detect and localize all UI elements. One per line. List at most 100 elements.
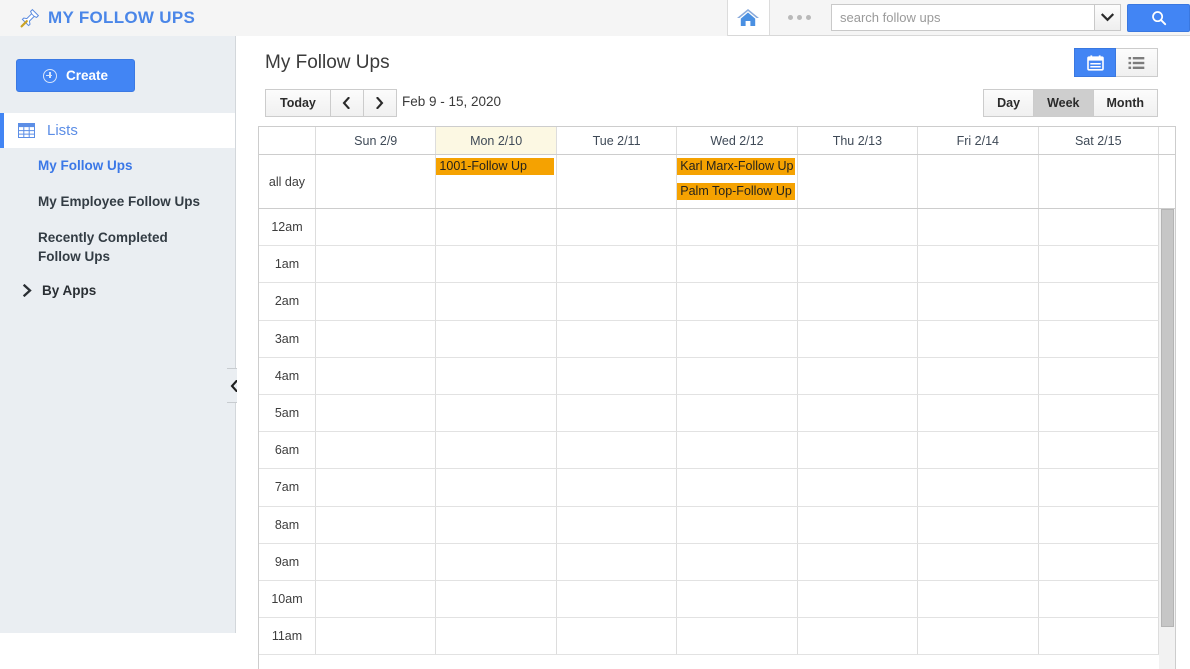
time-slot-cell-thu[interactable] [798, 246, 918, 283]
time-slot-cell-tue[interactable] [557, 209, 677, 246]
time-slot-cell-sun[interactable] [316, 507, 436, 544]
time-slot-cell-thu[interactable] [798, 358, 918, 395]
create-button[interactable]: Create [16, 59, 135, 92]
time-slot-cell-sun[interactable] [316, 283, 436, 320]
all-day-cell-sat[interactable] [1039, 155, 1159, 208]
next-week-button[interactable] [364, 89, 397, 117]
calendar-scrollbar-track[interactable] [1159, 209, 1175, 669]
time-slot-cell-tue[interactable] [557, 618, 677, 655]
time-slot-cell-sat[interactable] [1039, 321, 1159, 358]
previous-week-button[interactable] [331, 89, 364, 117]
time-slot-cell-fri[interactable] [918, 283, 1038, 320]
time-slot-cell-sun[interactable] [316, 246, 436, 283]
range-button-day[interactable]: Day [983, 89, 1034, 117]
all-day-cell-thu[interactable] [798, 155, 918, 208]
day-header-mon[interactable]: Mon 2/10 [436, 127, 556, 154]
search-dropdown-button[interactable] [1094, 4, 1121, 31]
time-slot-cell-fri[interactable] [918, 358, 1038, 395]
time-slot-cell-mon[interactable] [436, 209, 556, 246]
time-slot-cell-mon[interactable] [436, 432, 556, 469]
time-slot-cell-wed[interactable] [677, 209, 797, 246]
time-slot-cell-tue[interactable] [557, 581, 677, 618]
time-slot-cell-fri[interactable] [918, 544, 1038, 581]
time-slot-cell-thu[interactable] [798, 283, 918, 320]
time-slot-cell-wed[interactable] [677, 395, 797, 432]
time-slot-cell-wed[interactable] [677, 581, 797, 618]
time-slot-cell-fri[interactable] [918, 469, 1038, 506]
time-slot-cell-wed[interactable] [677, 507, 797, 544]
time-slot-cell-mon[interactable] [436, 544, 556, 581]
all-day-cell-fri[interactable] [918, 155, 1038, 208]
time-slot-cell-thu[interactable] [798, 469, 918, 506]
time-slot-cell-sun[interactable] [316, 432, 436, 469]
day-header-fri[interactable]: Fri 2/14 [918, 127, 1038, 154]
time-slot-cell-sun[interactable] [316, 544, 436, 581]
time-slot-cell-wed[interactable] [677, 544, 797, 581]
calendar-scrollbar-thumb[interactable] [1161, 209, 1174, 627]
time-slot-cell-sun[interactable] [316, 209, 436, 246]
day-header-wed[interactable]: Wed 2/12 [677, 127, 797, 154]
time-slot-cell-fri[interactable] [918, 209, 1038, 246]
time-slot-cell-thu[interactable] [798, 321, 918, 358]
time-slot-cell-wed[interactable] [677, 283, 797, 320]
time-slot-cell-fri[interactable] [918, 432, 1038, 469]
time-slot-cell-wed[interactable] [677, 358, 797, 395]
time-slot-cell-thu[interactable] [798, 432, 918, 469]
time-slot-cell-wed[interactable] [677, 618, 797, 655]
time-slot-cell-sat[interactable] [1039, 358, 1159, 395]
time-slot-cell-tue[interactable] [557, 544, 677, 581]
time-slot-cell-mon[interactable] [436, 321, 556, 358]
time-slot-cell-thu[interactable] [798, 544, 918, 581]
day-header-sat[interactable]: Sat 2/15 [1039, 127, 1159, 154]
day-header-tue[interactable]: Tue 2/11 [557, 127, 677, 154]
all-day-cell-mon[interactable]: 1001-Follow Up [436, 155, 556, 208]
home-button[interactable] [728, 0, 770, 35]
time-slot-cell-mon[interactable] [436, 358, 556, 395]
all-day-cell-tue[interactable] [557, 155, 677, 208]
time-slot-cell-sat[interactable] [1039, 395, 1159, 432]
time-slot-cell-sun[interactable] [316, 321, 436, 358]
time-slot-cell-thu[interactable] [798, 395, 918, 432]
list-view-button[interactable] [1116, 48, 1158, 77]
search-input[interactable] [831, 4, 1094, 31]
time-slot-cell-wed[interactable] [677, 432, 797, 469]
calendar-view-button[interactable] [1074, 48, 1116, 77]
time-slot-cell-mon[interactable] [436, 469, 556, 506]
all-day-cell-wed[interactable]: Karl Marx-Follow Up Palm Top-Follow Up [677, 155, 797, 208]
time-slot-cell-tue[interactable] [557, 246, 677, 283]
time-slot-cell-sat[interactable] [1039, 246, 1159, 283]
range-button-month[interactable]: Month [1094, 89, 1158, 117]
all-day-cell-sun[interactable] [316, 155, 436, 208]
day-header-sun[interactable]: Sun 2/9 [316, 127, 436, 154]
sidebar-item-my-employee-follow-ups[interactable]: My Employee Follow Ups [0, 184, 236, 220]
time-slot-cell-mon[interactable] [436, 283, 556, 320]
time-slot-cell-sun[interactable] [316, 358, 436, 395]
time-slot-cell-fri[interactable] [918, 507, 1038, 544]
time-slot-cell-sat[interactable] [1039, 581, 1159, 618]
time-slot-cell-sun[interactable] [316, 581, 436, 618]
sidebar-item-lists[interactable]: Lists [0, 113, 235, 148]
time-slot-cell-sun[interactable] [316, 395, 436, 432]
time-slot-cell-tue[interactable] [557, 321, 677, 358]
time-slot-cell-sat[interactable] [1039, 618, 1159, 655]
time-slot-cell-tue[interactable] [557, 432, 677, 469]
time-slot-cell-wed[interactable] [677, 469, 797, 506]
sidebar-item-by-apps[interactable]: By Apps [0, 275, 235, 298]
time-slot-cell-tue[interactable] [557, 283, 677, 320]
time-slot-cell-sat[interactable] [1039, 432, 1159, 469]
time-slot-cell-fri[interactable] [918, 581, 1038, 618]
time-slot-cell-mon[interactable] [436, 246, 556, 283]
event-karl-marx-follow-up[interactable]: Karl Marx-Follow Up [677, 158, 794, 175]
day-header-thu[interactable]: Thu 2/13 [798, 127, 918, 154]
time-slot-cell-sat[interactable] [1039, 283, 1159, 320]
time-slot-cell-mon[interactable] [436, 507, 556, 544]
time-slot-cell-fri[interactable] [918, 321, 1038, 358]
today-button[interactable]: Today [265, 89, 331, 117]
overflow-menu-button[interactable] [770, 0, 829, 35]
time-slot-cell-mon[interactable] [436, 581, 556, 618]
sidebar-item-my-follow-ups[interactable]: My Follow Ups [0, 148, 236, 184]
time-slot-cell-sat[interactable] [1039, 544, 1159, 581]
event-1001-follow-up[interactable]: 1001-Follow Up [436, 158, 553, 175]
time-slot-cell-fri[interactable] [918, 618, 1038, 655]
time-slot-cell-tue[interactable] [557, 469, 677, 506]
